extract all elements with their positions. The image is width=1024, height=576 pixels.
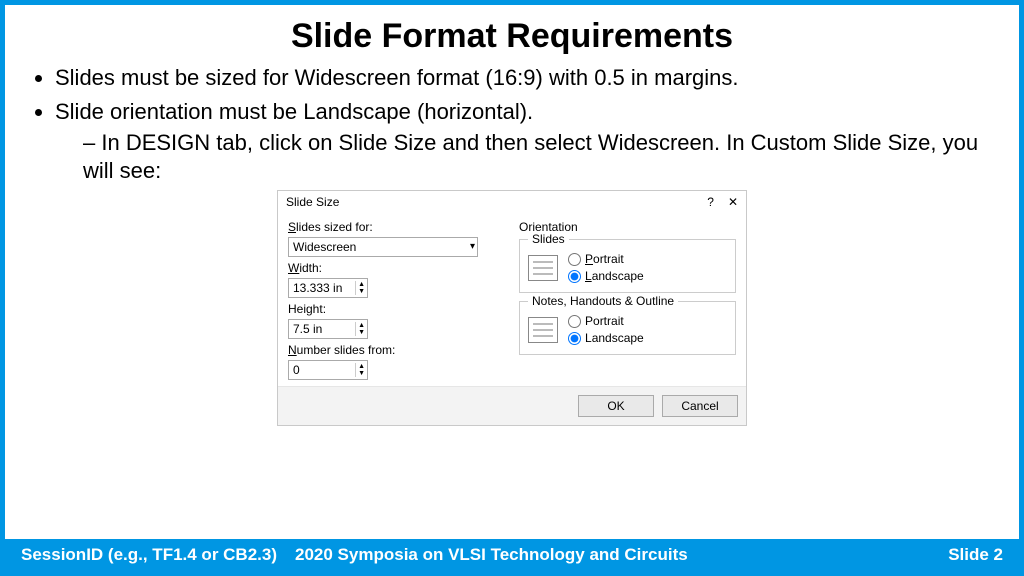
bullet-2-text: Slide orientation must be Landscape (hor… xyxy=(55,99,533,124)
spinner-arrows-icon: ▲▼ xyxy=(355,322,367,336)
bullet-2: Slide orientation must be Landscape (hor… xyxy=(55,98,991,185)
height-value: 7.5 in xyxy=(293,322,322,337)
height-spinner[interactable]: 7.5 in ▲▼ xyxy=(288,319,368,339)
footer-conference: 2020 Symposia on VLSI Technology and Cir… xyxy=(277,545,948,565)
slides-group-legend: Slides xyxy=(528,232,569,247)
slide-size-dialog: Slide Size ? ✕ Slides sized for: Widescr… xyxy=(277,190,747,426)
width-label: Width: xyxy=(288,261,505,276)
help-icon[interactable]: ? xyxy=(707,195,714,210)
height-label: Height: xyxy=(288,302,505,317)
dialog-titlebar: Slide Size ? ✕ xyxy=(278,191,746,212)
slides-landscape-radio[interactable]: Landscape xyxy=(568,269,644,284)
bullet-2a: In DESIGN tab, click on Slide Size and t… xyxy=(83,129,991,184)
ok-button[interactable]: OK xyxy=(578,395,654,417)
slides-orientation-group: Slides Portrait Landscape xyxy=(519,239,736,293)
spinner-arrows-icon: ▲▼ xyxy=(355,363,367,377)
number-from-spinner[interactable]: 0 ▲▼ xyxy=(288,360,368,380)
dialog-left-column: Slides sized for: Widescreen ▾ Width: 13… xyxy=(288,216,505,380)
slide-title: Slide Format Requirements xyxy=(5,17,1019,56)
width-value: 13.333 in xyxy=(293,281,342,296)
slides-sized-for-combo[interactable]: Widescreen ▾ xyxy=(288,237,478,257)
slide-body: Slides must be sized for Widescreen form… xyxy=(5,56,1019,426)
page-portrait-icon xyxy=(528,317,558,343)
bullet-1: Slides must be sized for Widescreen form… xyxy=(55,64,991,92)
page-portrait-icon xyxy=(528,255,558,281)
chevron-down-icon: ▾ xyxy=(470,241,475,254)
slides-sized-for-value: Widescreen xyxy=(293,240,356,255)
footer-page: Slide 2 xyxy=(948,545,1003,565)
width-spinner[interactable]: 13.333 in ▲▼ xyxy=(288,278,368,298)
slides-portrait-radio[interactable]: Portrait xyxy=(568,252,644,267)
notes-group-legend: Notes, Handouts & Outline xyxy=(528,294,678,309)
footer-session: SessionID (e.g., TF1.4 or CB2.3) xyxy=(21,545,277,565)
slide-footer: SessionID (e.g., TF1.4 or CB2.3) 2020 Sy… xyxy=(5,539,1019,571)
dialog-right-column: Orientation Slides Portrait Landscape xyxy=(519,216,736,380)
notes-orientation-group: Notes, Handouts & Outline Portrait Lands… xyxy=(519,301,736,355)
spinner-arrows-icon: ▲▼ xyxy=(355,281,367,295)
cancel-button[interactable]: Cancel xyxy=(662,395,738,417)
slide-frame: Slide Format Requirements Slides must be… xyxy=(0,0,1024,576)
number-from-value: 0 xyxy=(293,363,300,378)
number-from-label: Number slides from: xyxy=(288,343,505,358)
notes-landscape-radio[interactable]: Landscape xyxy=(568,331,644,346)
close-icon[interactable]: ✕ xyxy=(728,195,738,210)
dialog-button-row: OK Cancel xyxy=(278,386,746,425)
dialog-caption: Slide Size xyxy=(286,195,339,210)
slides-sized-for-label: Slides sized for: xyxy=(288,220,505,235)
notes-portrait-radio[interactable]: Portrait xyxy=(568,314,644,329)
